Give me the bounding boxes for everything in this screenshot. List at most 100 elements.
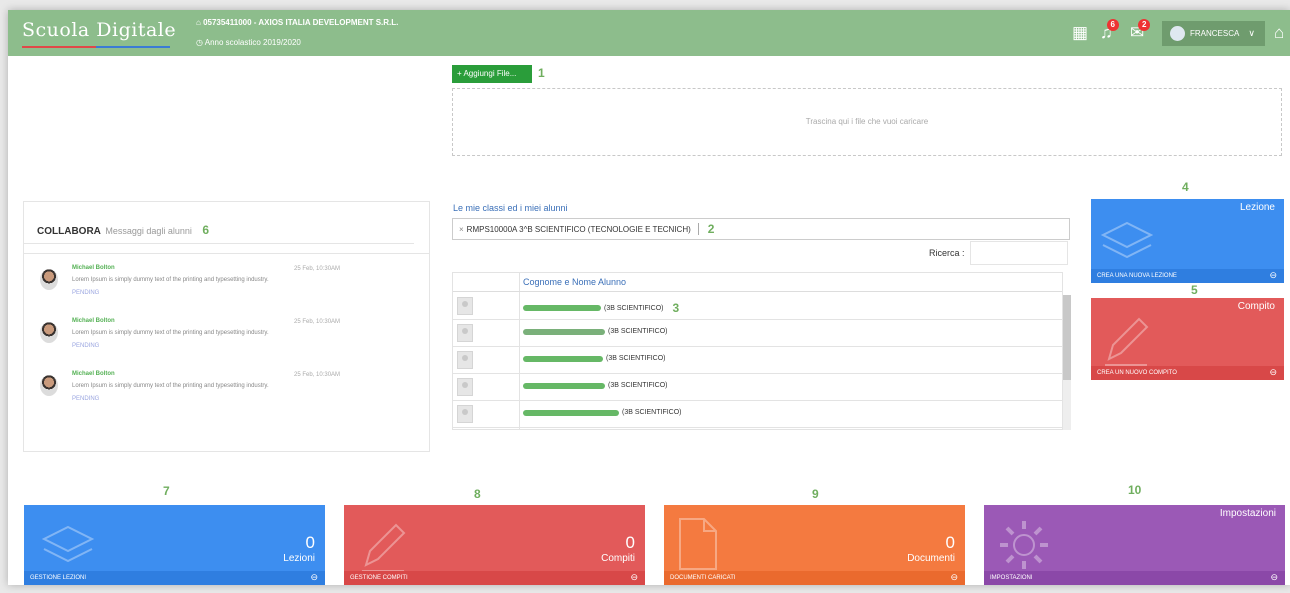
user-avatar: [1170, 26, 1185, 41]
add-file-button[interactable]: + Aggiungi File...: [452, 65, 532, 83]
step-number: 1: [538, 66, 545, 80]
student-name: (3B SCIENTIFICO) 3: [523, 301, 679, 315]
collabora-panel: COLLABORA Messaggi dagli alunni 6 Michae…: [23, 201, 430, 452]
tile-footer: DOCUMENTI CARICATI: [664, 571, 965, 585]
building-icon[interactable]: ▦: [1072, 23, 1088, 43]
tile-footer: IMPOSTAZIONI: [984, 571, 1285, 585]
divider: [24, 244, 429, 254]
settings-tile[interactable]: Impostazioni IMPOSTAZIONI ⊖: [984, 505, 1285, 585]
sender-name: Michael Bolton: [72, 265, 115, 271]
table-row[interactable]: (3B SCIENTIFICO): [453, 320, 1062, 347]
documents-tile[interactable]: 0 Documenti DOCUMENTI CARICATI ⊖: [664, 505, 965, 585]
message-text: Lorem Ipsum is simply dummy text of the …: [72, 277, 269, 283]
collabora-subtitle: Messaggi dagli alunni: [105, 226, 192, 236]
file-dropzone[interactable]: Trascina qui i file che vuoi caricare: [452, 88, 1282, 156]
school-year: ◷ Anno scolastico 2019/2020: [196, 38, 301, 47]
gear-icon: [1000, 521, 1048, 569]
redacted-name: [523, 355, 603, 362]
step-number: 9: [812, 487, 819, 501]
message-item[interactable]: Michael Bolton 25 Feb, 10:30AM Lorem Ips…: [38, 366, 429, 419]
bell-icon[interactable]: ♫ 6: [1100, 19, 1119, 43]
sender-avatar: [40, 269, 58, 290]
new-lesson-tile[interactable]: Lezione CREA UNA NUOVA LEZIONE ⊖: [1091, 199, 1284, 283]
table-header: Cognome e Nome Alunno: [453, 273, 1062, 292]
column-header-name[interactable]: Cognome e Nome Alunno: [519, 273, 626, 292]
home-icon[interactable]: ⌂: [1274, 23, 1284, 43]
pencil-icon: [362, 523, 406, 572]
selected-class: RMPS10000A 3^B SCIENTIFICO (TECNOLOGIE E…: [466, 224, 691, 234]
search-input[interactable]: [970, 241, 1068, 265]
step-number: 5: [1191, 283, 1198, 297]
student-photo: [457, 351, 473, 369]
user-menu[interactable]: FRANCESCA ∨: [1162, 21, 1265, 46]
tasks-count: 0: [625, 533, 635, 552]
new-task-tile[interactable]: Compito CREA UN NUOVO COMPITO ⊖: [1091, 298, 1284, 380]
documents-count: 0: [945, 533, 955, 552]
school-name-text: 05735411000 - AXIOS ITALIA DEVELOPMENT S…: [203, 18, 399, 27]
mail-icon[interactable]: ✉ 2: [1130, 19, 1151, 43]
student-photo: [457, 297, 473, 315]
table-scrollbar[interactable]: [1063, 295, 1071, 430]
lessons-tile[interactable]: 0 Lezioni GESTIONE LEZIONI ⊖: [24, 505, 325, 585]
table-row[interactable]: (3B SCIENTIFICO): [453, 374, 1062, 401]
message-text: Lorem Ipsum is simply dummy text of the …: [72, 330, 269, 336]
tasks-tile[interactable]: 0 Compiti GESTIONE COMPITI ⊖: [344, 505, 645, 585]
student-photo: [457, 324, 473, 342]
arrow-circle-icon: ⊖: [630, 572, 638, 582]
school-name: ⌂ 05735411000 - AXIOS ITALIA DEVELOPMENT…: [196, 18, 399, 27]
arrow-circle-icon: ⊖: [1269, 367, 1277, 377]
message-status: PENDING: [72, 343, 100, 349]
student-name: (3B SCIENTIFICO): [523, 409, 682, 416]
step-number: 4: [1182, 180, 1189, 194]
pencil-icon: [1105, 317, 1149, 366]
tile-footer: GESTIONE LEZIONI: [24, 571, 325, 585]
student-name: (3B SCIENTIFICO): [523, 382, 668, 389]
step-number: 2: [707, 222, 715, 236]
class-select[interactable]: × RMPS10000A 3^B SCIENTIFICO (TECNOLOGIE…: [452, 218, 1070, 240]
tile-title: Lezione: [1239, 202, 1275, 213]
table-row[interactable]: (3B SCIENTIFICO) 3: [453, 293, 1062, 320]
mail-badge: 2: [1138, 19, 1151, 31]
tile-footer: CREA UN NUOVO COMPITO: [1091, 366, 1284, 380]
student-name: (3B SCIENTIFICO): [523, 328, 668, 335]
sender-name: Michael Bolton: [72, 318, 115, 324]
documents-label: Documenti: [907, 553, 955, 564]
student-photo: [457, 378, 473, 396]
school-year-text: Anno scolastico 2019/2020: [204, 38, 301, 47]
settings-label: Impostazioni: [1219, 508, 1276, 519]
message-time: 25 Feb, 10:30AM: [294, 319, 341, 325]
student-class: (3B SCIENTIFICO): [608, 382, 668, 389]
arrow-circle-icon: ⊖: [950, 572, 958, 582]
students-table: Cognome e Nome Alunno (3B SCIENTIFICO) 3 …: [452, 272, 1063, 430]
redacted-name: [523, 409, 619, 416]
remove-class-icon[interactable]: ×: [459, 225, 464, 234]
arrow-circle-icon: ⊖: [1269, 270, 1277, 280]
table-row[interactable]: (3B SCIENTIFICO): [453, 347, 1062, 374]
classes-title[interactable]: Le mie classi ed i miei alunni: [453, 203, 568, 213]
message-status: PENDING: [72, 290, 100, 296]
tile-footer: CREA UNA NUOVA LEZIONE: [1091, 269, 1284, 283]
table-row[interactable]: (3B SCIENTIFICO): [453, 401, 1062, 428]
message-status: PENDING: [72, 396, 100, 402]
user-name: FRANCESCA: [1190, 29, 1240, 38]
collabora-header: COLLABORA Messaggi dagli alunni 6: [24, 202, 414, 244]
scrollbar-thumb[interactable]: [1063, 295, 1071, 380]
step-number: 6: [202, 223, 210, 237]
message-text: Lorem Ipsum is simply dummy text of the …: [72, 383, 269, 389]
document-icon: [679, 518, 717, 570]
message-item[interactable]: Michael Bolton 25 Feb, 10:30AM Lorem Ips…: [38, 313, 429, 366]
step-number: 3: [672, 301, 680, 315]
select-cursor: [697, 223, 699, 235]
redacted-name: [523, 305, 601, 311]
collabora-title: COLLABORA: [37, 226, 101, 237]
layers-icon: [1101, 221, 1153, 259]
lessons-label: Lezioni: [283, 553, 315, 564]
message-time: 25 Feb, 10:30AM: [294, 372, 341, 378]
logo-underline: [22, 46, 170, 48]
message-item[interactable]: Michael Bolton 25 Feb, 10:30AM Lorem Ips…: [38, 260, 429, 313]
student-class: (3B SCIENTIFICO): [604, 304, 664, 312]
app-logo[interactable]: Scuola Digitale: [22, 19, 176, 41]
tasks-label: Compiti: [601, 553, 635, 564]
message-time: 25 Feb, 10:30AM: [294, 266, 341, 272]
tile-footer: GESTIONE COMPITI: [344, 571, 645, 585]
